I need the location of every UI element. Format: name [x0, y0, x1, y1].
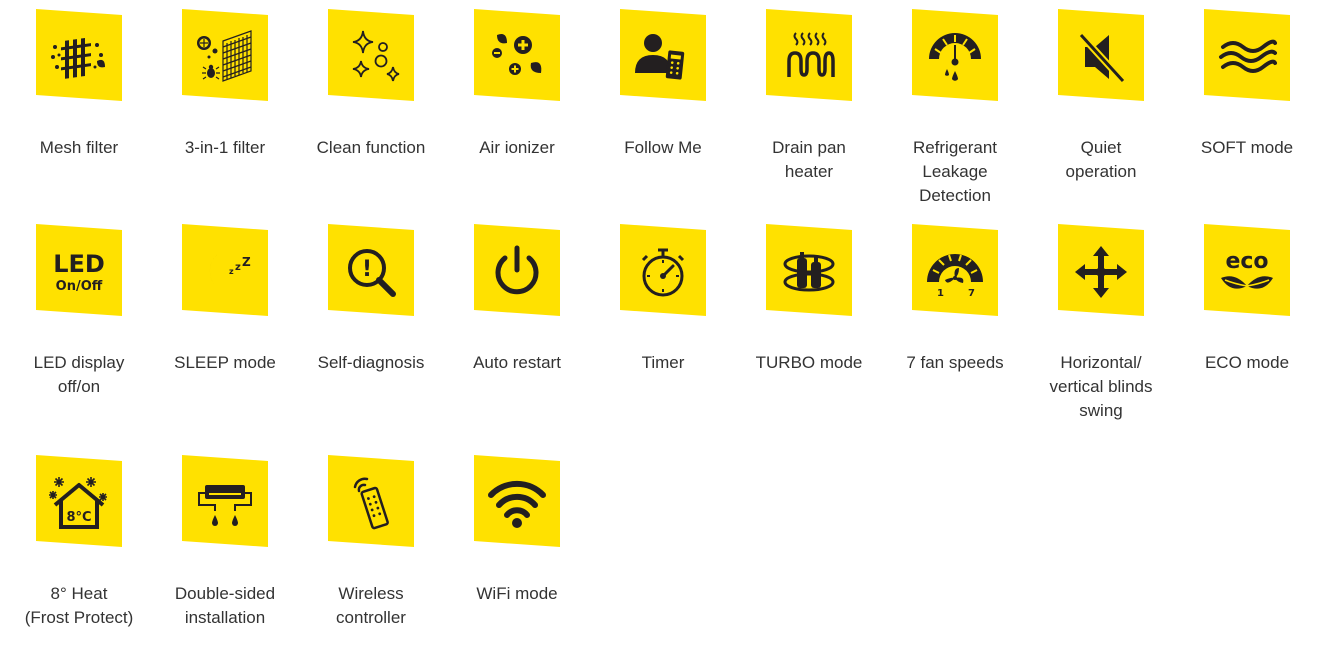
- led-onoff-icon: LED On/Off: [53, 250, 105, 294]
- feature-8-heat-frost-protect: 8°C 8° Heat (Frost Protect): [4, 452, 154, 652]
- house-snowflake-icon: 8°C: [49, 477, 107, 529]
- fan-speed-gauge-icon: 1 7: [927, 254, 983, 299]
- feature-wifi-mode: WiFi mode: [442, 452, 592, 652]
- wifi-icon: [488, 480, 546, 528]
- zzz-big-text: Z: [242, 255, 251, 269]
- feature-label: Self-diagnosis: [317, 353, 425, 372]
- feature-led-display: LED On/Off LED display off/on: [4, 221, 154, 421]
- feature-wireless-controller: Wireless controller: [296, 452, 446, 652]
- feature-timer: Timer: [588, 221, 738, 421]
- feature-self-diagnosis: ! Self-diagnosis: [296, 221, 446, 421]
- feature-7-fan-speeds: 1 7 7 fan speeds: [880, 221, 1030, 421]
- feature-label: LED display off/on: [33, 353, 125, 396]
- feature-label: Refrigerant Leakage Detection: [912, 138, 998, 205]
- heater-coil-icon: [787, 32, 835, 77]
- feature-label: WiFi mode: [476, 584, 558, 603]
- power-icon: [495, 245, 539, 295]
- feature-quiet-operation: Quiet operation: [1026, 6, 1176, 206]
- speaker-muted-icon: [1078, 32, 1126, 84]
- remote-control-icon: [353, 477, 389, 530]
- zzz-small-text: z: [229, 267, 234, 276]
- temp-icon-text: 8°C: [66, 510, 91, 525]
- feature-drain-pan-heater: Drain pan heater: [734, 6, 884, 206]
- stopwatch-icon: [641, 248, 685, 297]
- alert-mark-text: !: [362, 257, 372, 282]
- feature-label: Auto restart: [473, 353, 561, 372]
- feature-label: Drain pan heater: [772, 138, 846, 181]
- feature-air-ionizer: Air ionizer: [442, 6, 592, 206]
- feature-label: Follow Me: [624, 138, 702, 157]
- feature-grid: Mesh filter 3-in-1 filter Clean function…: [4, 6, 1318, 627]
- feature-label: Double-sided installation: [174, 584, 276, 627]
- feature-label: 8° Heat (Frost Protect): [24, 584, 134, 627]
- feature-label: Timer: [641, 353, 685, 372]
- eco-icon-text: eco: [1225, 249, 1268, 274]
- feature-label: Mesh filter: [39, 138, 119, 157]
- turbo-compressor-icon: [783, 252, 835, 292]
- feature-double-sided-installation: Double-sided installation: [150, 452, 300, 652]
- feature-soft-mode: SOFT mode: [1172, 6, 1322, 206]
- mesh-filter-icon: [51, 37, 105, 79]
- feature-label: Wireless controller: [336, 584, 406, 627]
- feature-mesh-filter: Mesh filter: [4, 6, 154, 206]
- moon-zzz-icon: z z Z: [209, 250, 251, 294]
- three-in-one-filter-icon: [197, 30, 252, 82]
- feature-turbo-mode: TURBO mode: [734, 221, 884, 421]
- feature-sleep-mode: z z Z SLEEP mode: [150, 221, 300, 421]
- ac-unit-drain-icon: [198, 485, 252, 526]
- feature-refrigerant-leakage-detection: Refrigerant Leakage Detection: [880, 6, 1030, 206]
- feature-label: TURBO mode: [755, 353, 863, 372]
- person-remote-icon: [635, 34, 685, 80]
- feature-clean-function: Clean function: [296, 6, 446, 206]
- feature-eco-mode: eco ECO mode: [1172, 221, 1322, 421]
- waves-icon: [1219, 39, 1277, 73]
- feature-label: ECO mode: [1204, 353, 1290, 372]
- ionizer-icon: [492, 34, 542, 75]
- feature-3-in-1-filter: 3-in-1 filter: [150, 6, 300, 206]
- eco-leaves-icon: eco: [1221, 249, 1273, 289]
- feature-label: Quiet operation: [1065, 138, 1137, 181]
- feature-follow-me: Follow Me: [588, 6, 738, 206]
- clean-sparkle-icon: [352, 30, 400, 82]
- feature-label: 3-in-1 filter: [184, 138, 266, 157]
- speed-min-text: 1: [937, 288, 944, 299]
- onoff-icon-text: On/Off: [56, 279, 103, 294]
- led-icon-text: LED: [53, 250, 105, 278]
- feature-label: 7 fan speeds: [906, 353, 1004, 372]
- feature-label: Horizontal/ vertical blinds swing: [1049, 353, 1153, 420]
- feature-label: SOFT mode: [1200, 138, 1294, 157]
- pressure-gauge-icon: [929, 33, 981, 81]
- feature-label: Air ionizer: [479, 138, 555, 157]
- magnifier-alert-icon: !: [348, 249, 396, 297]
- four-way-arrows-icon: [1075, 246, 1127, 298]
- feature-auto-restart: Auto restart: [442, 221, 592, 421]
- feature-blinds-swing: Horizontal/ vertical blinds swing: [1026, 221, 1176, 421]
- feature-label: SLEEP mode: [174, 353, 276, 372]
- speed-max-text: 7: [968, 288, 975, 299]
- zzz-mid-text: z: [235, 262, 241, 273]
- feature-label: Clean function: [316, 138, 426, 157]
